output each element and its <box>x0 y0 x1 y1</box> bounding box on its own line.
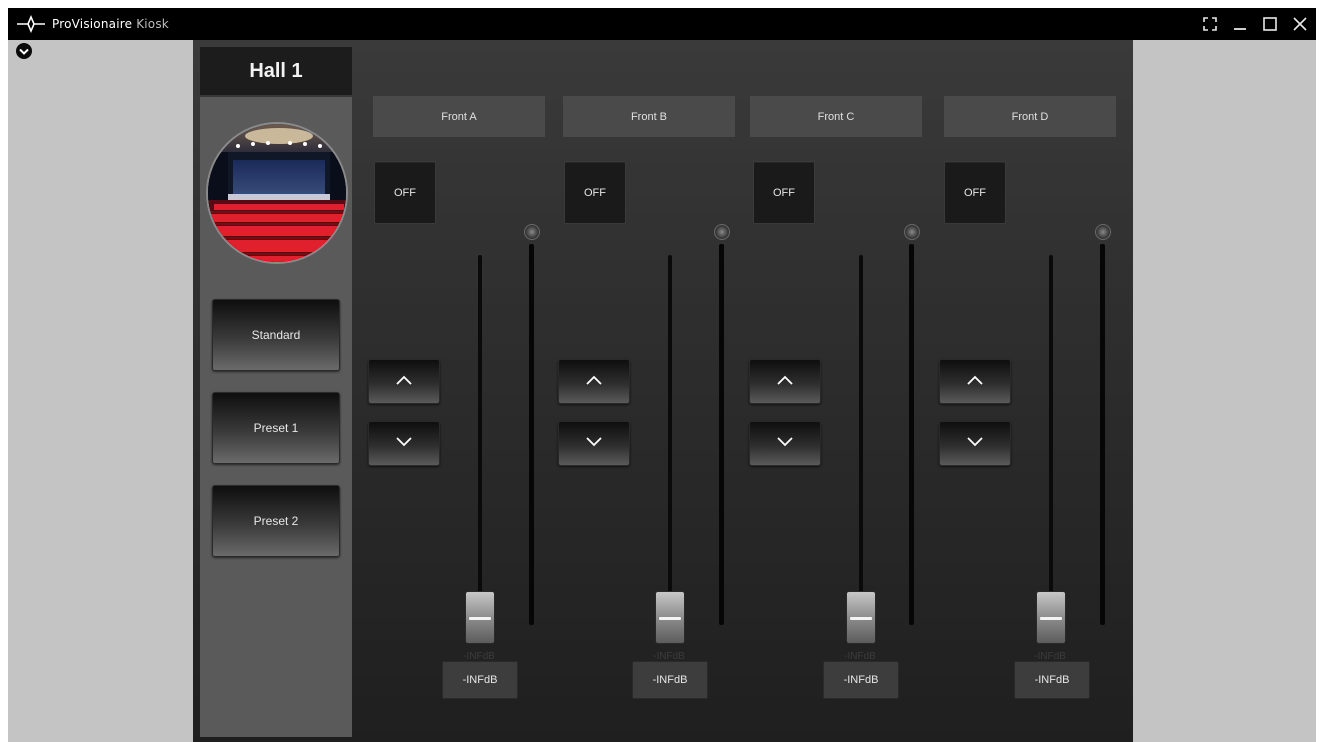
fader-handle[interactable] <box>1036 591 1066 644</box>
chevron-down-icon <box>395 435 413 453</box>
preset-column: Standard Preset 1 Preset 2 <box>200 97 352 737</box>
maximize-icon <box>1262 16 1278 32</box>
channel-name: Front B <box>563 96 735 137</box>
preset-button-preset-2[interactable]: Preset 2 <box>212 485 340 557</box>
level-meter <box>1100 244 1105 625</box>
fader-track <box>1049 255 1053 607</box>
title-bar: ProVisionaire Kiosk <box>8 8 1316 40</box>
minimize-icon <box>1232 16 1248 32</box>
app-window: ProVisionaire Kiosk Hall 1 Standard Pres… <box>8 8 1316 742</box>
mute-off-button[interactable]: OFF <box>564 161 626 224</box>
chevron-down-icon <box>776 435 794 453</box>
fader-track <box>478 255 482 607</box>
level-down-button[interactable] <box>939 421 1011 466</box>
channel-name: Front D <box>944 96 1116 137</box>
theater-hall-photo <box>206 122 348 264</box>
level-value-button[interactable]: -INFdB <box>442 661 518 699</box>
level-value-button[interactable]: -INFdB <box>632 661 708 699</box>
fader-handle-line <box>850 617 872 620</box>
fader-handle-line <box>469 617 491 620</box>
level-value-button[interactable]: -INFdB <box>823 661 899 699</box>
level-down-button[interactable] <box>749 421 821 466</box>
app-title: ProVisionaire Kiosk <box>52 17 169 31</box>
provisionaire-logo-icon <box>16 15 46 33</box>
chevron-up-icon <box>776 373 794 391</box>
level-meter <box>909 244 914 625</box>
fader-handle[interactable] <box>465 591 495 644</box>
preset-button-preset-1[interactable]: Preset 1 <box>212 392 340 464</box>
window-controls <box>1200 14 1310 34</box>
app-name-suffix: Kiosk <box>136 17 169 31</box>
preset-button-standard[interactable]: Standard <box>212 299 340 371</box>
mute-off-button[interactable]: OFF <box>753 161 815 224</box>
hall-title: Hall 1 <box>200 47 352 95</box>
hall-control-panel: Hall 1 Standard Preset 1 Preset 2 Front … <box>193 40 1133 742</box>
level-up-button[interactable] <box>368 359 440 404</box>
chevron-down-icon <box>966 435 984 453</box>
mute-off-button[interactable]: OFF <box>374 161 436 224</box>
close-button[interactable] <box>1290 14 1310 34</box>
chevron-up-icon <box>585 373 603 391</box>
fader-handle[interactable] <box>846 591 876 644</box>
fader-handle-line <box>1040 617 1062 620</box>
app-name: ProVisionaire <box>52 17 133 31</box>
fullscreen-button[interactable] <box>1200 14 1220 34</box>
maximize-button[interactable] <box>1260 14 1280 34</box>
channel-name: Front C <box>750 96 922 137</box>
fullscreen-icon <box>1202 16 1218 32</box>
level-up-button[interactable] <box>939 359 1011 404</box>
app-brand: ProVisionaire Kiosk <box>16 15 169 33</box>
level-value-button[interactable]: -INFdB <box>1014 661 1090 699</box>
fader-handle[interactable] <box>655 591 685 644</box>
level-meter-led <box>714 224 730 240</box>
minimize-button[interactable] <box>1230 14 1250 34</box>
fader-handle-line <box>659 617 681 620</box>
close-icon <box>1292 16 1308 32</box>
level-up-button[interactable] <box>558 359 630 404</box>
mute-off-button[interactable]: OFF <box>944 161 1006 224</box>
level-meter-led <box>904 224 920 240</box>
level-meter <box>719 244 724 625</box>
chevron-down-circle-icon <box>15 42 33 65</box>
chevron-up-icon <box>395 373 413 391</box>
level-meter-led <box>524 224 540 240</box>
level-down-button[interactable] <box>368 421 440 466</box>
fader-track <box>859 255 863 607</box>
channel-name: Front A <box>373 96 545 137</box>
level-up-button[interactable] <box>749 359 821 404</box>
fader-track <box>668 255 672 607</box>
level-meter <box>529 244 534 625</box>
chevron-up-icon <box>966 373 984 391</box>
level-meter-led <box>1095 224 1111 240</box>
level-down-button[interactable] <box>558 421 630 466</box>
collapse-toggle-button[interactable] <box>12 41 36 65</box>
chevron-down-icon <box>585 435 603 453</box>
